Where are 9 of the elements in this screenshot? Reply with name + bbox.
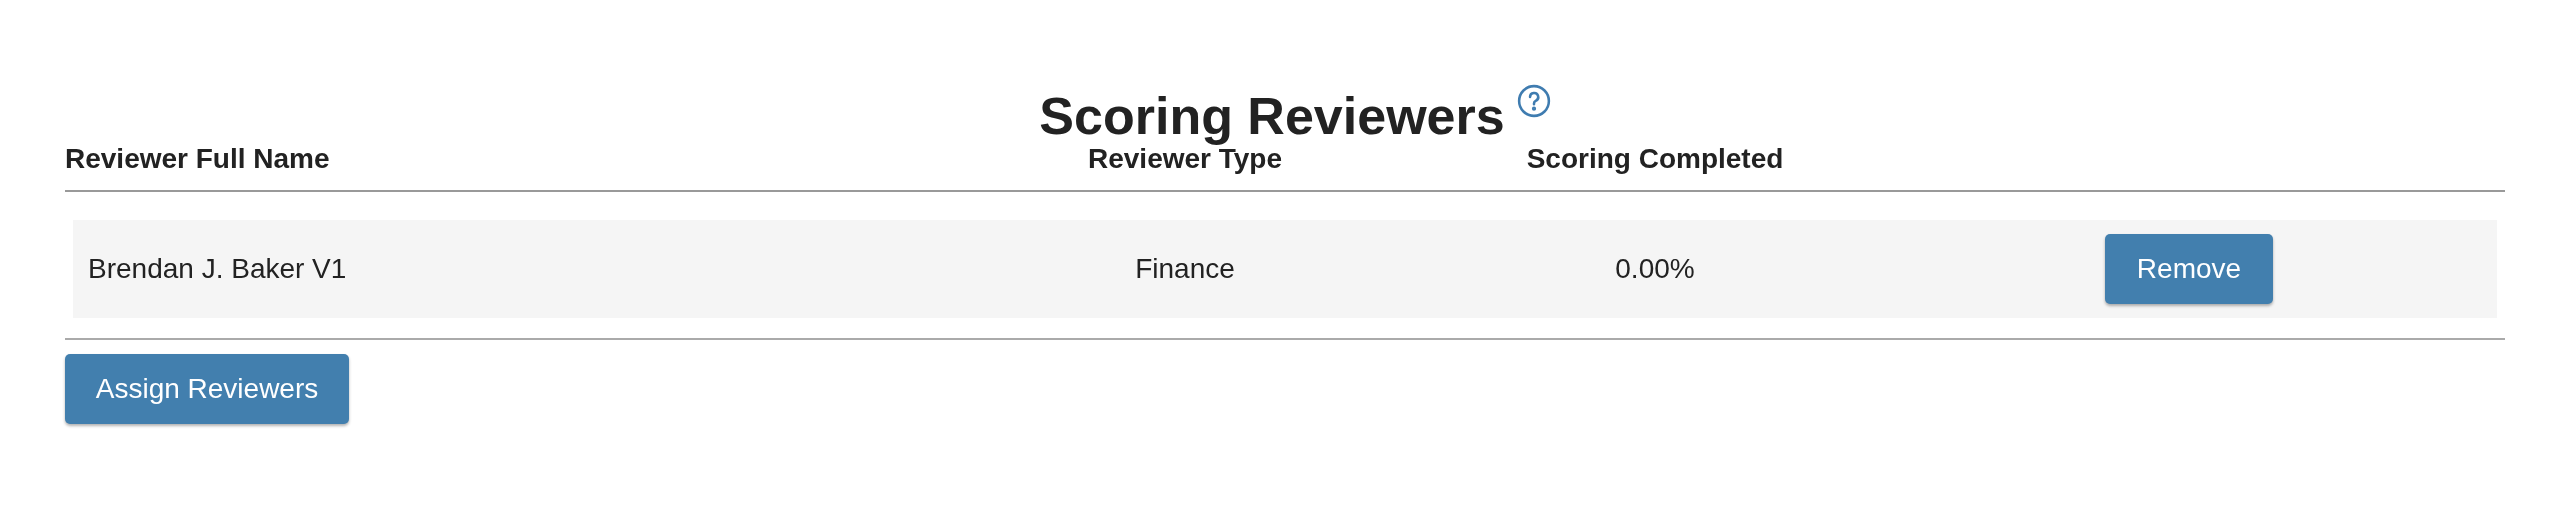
table-cell-text: Finance — [1134, 253, 1236, 285]
remove-button[interactable]: Remove — [2105, 234, 2273, 304]
help-icon[interactable] — [1516, 84, 1551, 118]
assign-reviewers-button[interactable]: Assign Reviewers — [65, 354, 349, 424]
page-title: Scoring Reviewers — [1039, 86, 1505, 146]
column-header: Scoring Completed — [1525, 143, 1785, 175]
table-cell-text: Brendan J. Baker V1 — [87, 253, 348, 285]
column-header: Reviewer Full Name — [65, 143, 331, 175]
table-cell-text: 0.00% — [1614, 253, 1696, 285]
